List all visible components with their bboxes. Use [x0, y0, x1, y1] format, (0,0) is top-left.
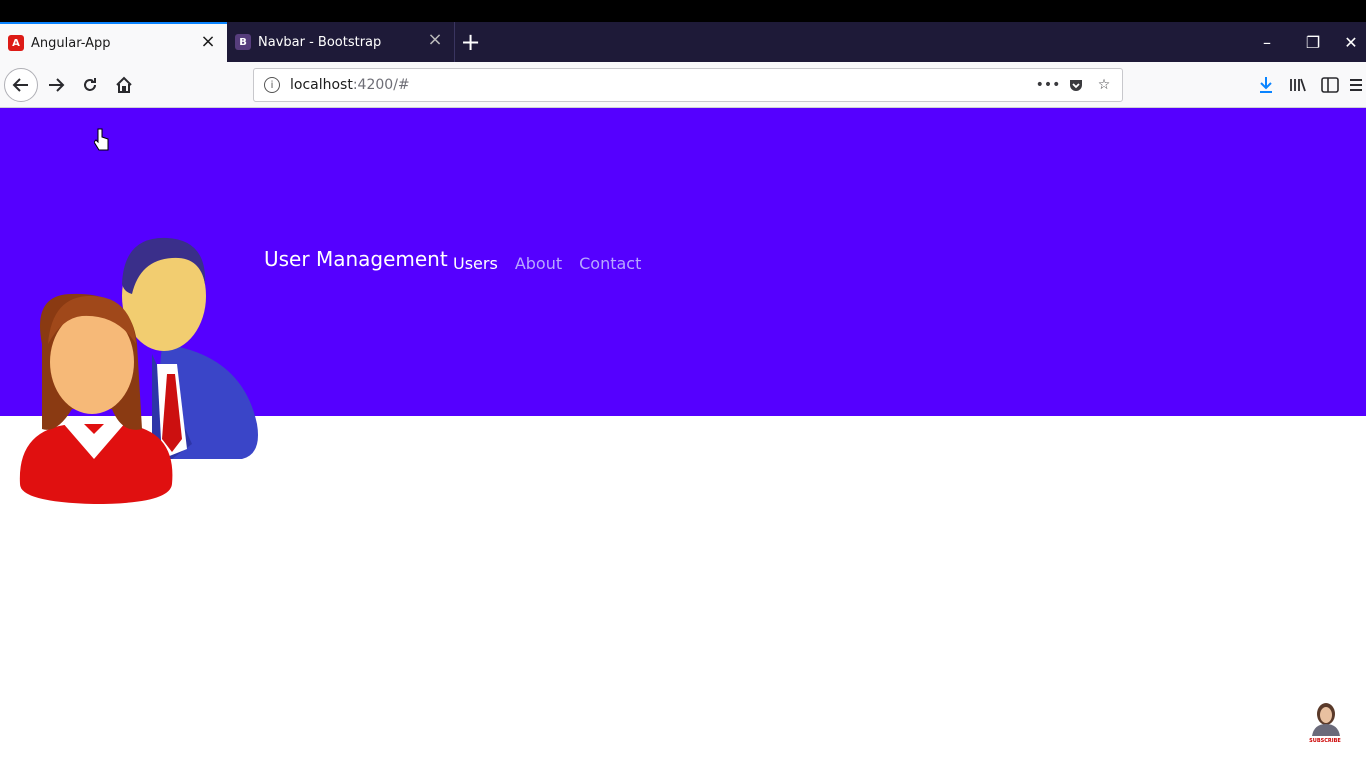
tab-angular-app[interactable]: A Angular-App ×	[0, 22, 227, 62]
arrow-right-icon	[49, 77, 65, 92]
pocket-icon[interactable]	[1064, 73, 1088, 97]
angular-icon: A	[8, 35, 24, 51]
library-icon[interactable]	[1282, 68, 1314, 102]
plus-icon: +	[460, 28, 481, 56]
hand-cursor-icon	[93, 128, 110, 156]
url-host: localhost	[290, 77, 353, 93]
tab-title: Angular-App	[31, 35, 111, 51]
window-controls: – ❐ ✕	[1244, 22, 1366, 62]
bookmark-star-icon[interactable]: ☆	[1092, 73, 1116, 97]
back-button[interactable]	[4, 67, 38, 102]
subscribe-label: SUBSCRIBE	[1309, 738, 1341, 744]
hamburger-menu-icon[interactable]	[1346, 68, 1366, 102]
app-brand[interactable]: User Management	[264, 247, 448, 271]
forward-button[interactable]	[40, 69, 72, 101]
more-actions-icon[interactable]: •••	[1036, 73, 1061, 97]
sidebar-icon[interactable]	[1314, 68, 1346, 102]
download-icon[interactable]	[1250, 68, 1282, 102]
reload-button[interactable]	[74, 69, 106, 101]
nav-link-about[interactable]: About	[515, 254, 562, 273]
close-icon[interactable]: ×	[426, 31, 444, 49]
users-logo-image	[12, 234, 262, 510]
subscribe-watermark[interactable]: SUBSCRIBE	[1306, 700, 1344, 744]
app-header: User Management Users About Contact	[0, 108, 1366, 504]
reload-icon	[84, 77, 96, 91]
home-button[interactable]	[108, 69, 140, 101]
restore-button[interactable]: ❐	[1290, 22, 1336, 62]
new-tab-button[interactable]: +	[454, 22, 486, 62]
minimize-button[interactable]: –	[1244, 22, 1290, 62]
close-icon: ✕	[1344, 32, 1358, 52]
restore-icon: ❐	[1305, 32, 1321, 52]
url-path: :4200/#	[352, 77, 410, 93]
home-icon	[116, 76, 132, 93]
tab-navbar-bootstrap[interactable]: B Navbar - Bootstrap ×	[227, 22, 454, 62]
tab-strip: A Angular-App × B Navbar - Bootstrap × +…	[0, 22, 1366, 62]
bootstrap-icon: B	[235, 34, 251, 50]
url-bar[interactable]: i localhost:4200/# ••• ☆	[253, 68, 1123, 102]
info-icon[interactable]: i	[264, 77, 280, 93]
arrow-left-icon	[12, 77, 28, 92]
browser-toolbar: i localhost:4200/# ••• ☆	[0, 62, 1366, 108]
tab-title: Navbar - Bootstrap	[258, 34, 382, 50]
minimize-icon: –	[1263, 32, 1271, 52]
app-nav: Users About Contact	[453, 254, 641, 273]
screen-top-bar	[0, 0, 1366, 22]
nav-link-users[interactable]: Users	[453, 254, 498, 273]
nav-link-contact[interactable]: Contact	[579, 254, 641, 273]
avatar-icon	[1312, 703, 1340, 736]
close-icon[interactable]: ×	[199, 33, 217, 51]
close-window-button[interactable]: ✕	[1336, 22, 1366, 62]
